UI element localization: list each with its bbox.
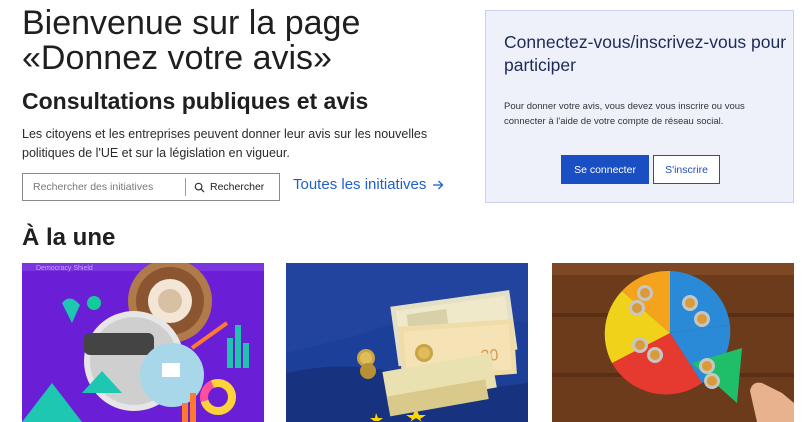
featured-card-3[interactable]	[552, 263, 794, 422]
euro-banknotes-image: 20	[286, 263, 528, 422]
search-bar: Rechercher	[22, 173, 280, 201]
login-panel: Connectez-vous/inscrivez-vous pour parti…	[485, 10, 794, 203]
card-caption: Democracy Shield	[36, 265, 93, 272]
arrow-right-icon	[433, 180, 444, 189]
search-button-label: Rechercher	[210, 181, 265, 193]
search-input[interactable]	[23, 174, 185, 200]
featured-title: À la une	[22, 224, 116, 251]
all-initiatives-label: Toutes les initiatives	[293, 176, 427, 193]
pie-chart-coins-image	[552, 263, 794, 422]
page-title: Bienvenue sur la page «Donnez votre avis…	[22, 4, 361, 77]
login-text: Pour donner votre avis, vous devez vous …	[504, 101, 745, 127]
login-title: Connectez-vous/inscrivez-vous pour parti…	[504, 32, 787, 75]
page-description: Les citoyens et les entreprises peuvent …	[22, 127, 428, 160]
featured-card-2[interactable]: 20	[286, 263, 528, 422]
login-button[interactable]: Se connecter	[561, 155, 649, 184]
register-button[interactable]: S'inscrire	[653, 155, 720, 184]
page-subtitle: Consultations publiques et avis	[22, 88, 369, 114]
search-icon	[194, 182, 205, 193]
featured-card-1[interactable]: Democracy Shield	[22, 263, 264, 422]
collage-image: Democracy Shield	[22, 263, 264, 422]
all-initiatives-link[interactable]: Toutes les initiatives	[293, 176, 444, 193]
search-button[interactable]: Rechercher	[186, 174, 264, 200]
